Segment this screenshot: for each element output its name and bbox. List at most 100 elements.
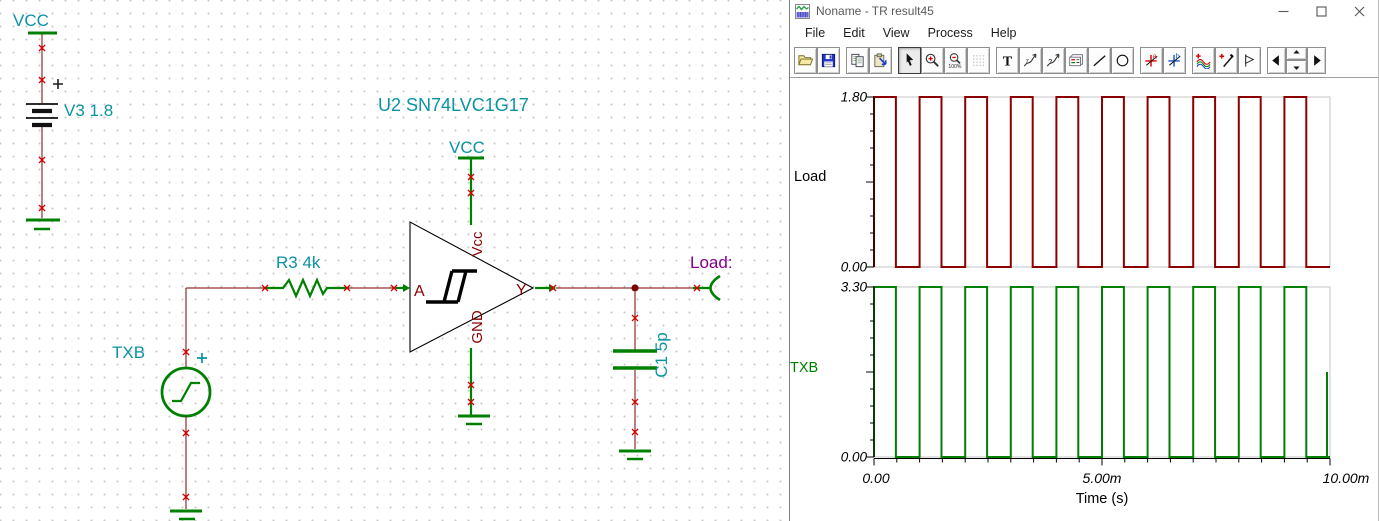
toolbar-select-button[interactable]	[898, 46, 921, 74]
nav-right-icon	[1314, 54, 1321, 66]
plot-window: Noname - TR result45 File Edit View Process…	[789, 0, 1379, 521]
toolbar: 100% T T? a b	[790, 43, 1378, 78]
menu-item-file[interactable]: File	[796, 24, 834, 42]
toolbar-picker-button[interactable]	[1215, 46, 1238, 74]
svg-text:Y: Y	[516, 282, 527, 299]
window-title: Noname - TR result45	[816, 4, 934, 18]
svg-text:TXB: TXB	[112, 343, 145, 362]
svg-text:V3 1.8: V3 1.8	[64, 101, 113, 120]
minimize-button[interactable]	[1264, 0, 1302, 22]
toolbar-add-curves-button[interactable]	[1192, 46, 1215, 74]
x-axis-label: Time (s)	[1076, 491, 1129, 507]
svg-text:T: T	[1025, 59, 1029, 65]
toolbar-nav-up-button[interactable]	[1286, 46, 1307, 60]
ytick-min-txb: 0.00	[841, 450, 868, 465]
buffer-u2[interactable]: U2 SN74LVC1G17 VCC A Y Vcc GND	[378, 95, 556, 426]
toolbar-zoom-out-100-button[interactable]: 100%	[944, 46, 967, 74]
ytick-min-load: 0.00	[841, 260, 868, 275]
toolbar-nav-left-button[interactable]	[1267, 46, 1286, 74]
toolbar-ellipse-button[interactable]	[1111, 46, 1134, 74]
save-icon	[821, 53, 836, 67]
menu-item-process[interactable]: Process	[919, 24, 982, 42]
svg-text:Load:: Load:	[690, 253, 733, 272]
vcc-rail-symbol[interactable]: VCC	[13, 11, 57, 35]
title-bar[interactable]: Noname - TR result45	[790, 0, 1378, 22]
ellipse-icon	[1116, 54, 1129, 66]
close-button[interactable]	[1340, 0, 1378, 22]
svg-text:A: A	[414, 283, 425, 300]
toolbar-cursor-b-button[interactable]: b	[1163, 46, 1186, 74]
trace-load	[873, 96, 1330, 268]
svg-text:R3 4k: R3 4k	[276, 253, 321, 272]
cursor-b-icon: b	[1168, 52, 1181, 67]
open-icon	[798, 54, 814, 65]
toolbar-text-button[interactable]: T	[996, 46, 1019, 74]
toolbar-nav-down-button[interactable]	[1286, 60, 1307, 74]
zoom-out-100-icon: 100%	[948, 52, 962, 69]
line-icon	[1093, 54, 1106, 66]
svg-text:VCC: VCC	[13, 11, 49, 30]
picker-icon	[1219, 53, 1234, 67]
paste-icon	[874, 52, 887, 67]
svg-text:C1 5p: C1 5p	[652, 332, 671, 377]
toolbar-legend-button[interactable]	[1065, 46, 1088, 74]
add-curves-icon	[1195, 53, 1211, 69]
svg-text:b: b	[1176, 52, 1180, 60]
output-net[interactable]	[556, 284, 693, 350]
xtick-2: 10.00m	[1323, 470, 1370, 486]
toolbar-grid-button[interactable]	[967, 46, 990, 74]
panel-label-load: Load	[794, 169, 826, 185]
schematic-drawing: VCC V3 1.8 TXB R3 4k U2 SN74LVC1G17 VCC …	[13, 11, 733, 521]
svg-text:T: T	[1003, 53, 1013, 68]
menu-item-help[interactable]: Help	[982, 24, 1026, 42]
menu-item-view[interactable]: View	[874, 24, 919, 42]
svg-text:Vcc: Vcc	[469, 231, 486, 257]
toolbar-cursor-a-button[interactable]: a	[1140, 46, 1163, 74]
toolbar-axis-query-button[interactable]: ?	[1042, 46, 1065, 74]
toolbar-line-button[interactable]	[1088, 46, 1111, 74]
cursor-a-icon: a	[1145, 52, 1158, 67]
capacitor-c1[interactable]: C1 5p	[613, 332, 671, 461]
battery-v3[interactable]: V3 1.8	[26, 34, 113, 231]
menu-bar: File Edit View Process Help	[790, 22, 1378, 43]
axis-arrow-icon: T	[1023, 53, 1037, 66]
axis-query-icon: ?	[1046, 53, 1060, 66]
app-icon	[795, 3, 810, 19]
marker-icon	[1245, 53, 1255, 67]
resistor-r3[interactable]: R3 4k	[186, 253, 410, 299]
grid-icon	[973, 54, 985, 66]
probe-hook	[709, 274, 721, 302]
battery-plus-sign	[53, 79, 63, 89]
ytick-max-load: 1.80	[841, 90, 868, 105]
nav-down-icon	[1293, 66, 1300, 71]
panel-label-txb: TXB	[790, 360, 818, 376]
toolbar-nav-right-button[interactable]	[1307, 46, 1326, 74]
toolbar-zoom-in-button[interactable]	[921, 46, 944, 74]
svg-text:U2 SN74LVC1G17: U2 SN74LVC1G17	[378, 95, 529, 115]
svg-text:GND: GND	[469, 310, 486, 344]
svg-text:100%: 100%	[948, 64, 961, 69]
pin-arrow	[403, 284, 410, 292]
load-probe[interactable]: Load:	[690, 253, 733, 302]
toolbar-copy-button[interactable]	[846, 46, 869, 74]
source-plus-sign	[197, 353, 207, 363]
junction-dot	[631, 284, 639, 292]
app-root: VCC V3 1.8 TXB R3 4k U2 SN74LVC1G17 VCC …	[0, 0, 1379, 521]
toolbar-open-button[interactable]	[794, 46, 817, 74]
copy-icon	[851, 53, 864, 67]
nav-up-icon	[1293, 49, 1300, 54]
schematic-canvas[interactable]: VCC V3 1.8 TXB R3 4k U2 SN74LVC1G17 VCC …	[0, 0, 789, 521]
legend-icon	[1069, 53, 1083, 66]
toolbar-paste-button[interactable]	[869, 46, 892, 74]
maximize-button[interactable]	[1302, 0, 1340, 22]
svg-text:?: ?	[1048, 57, 1052, 65]
toolbar-nav-spinner	[1286, 46, 1307, 74]
zoom-in-icon	[925, 53, 939, 67]
source-txb[interactable]: TXB	[112, 288, 212, 521]
nav-left-icon	[1272, 54, 1279, 66]
toolbar-marker-button[interactable]	[1238, 46, 1261, 74]
toolbar-save-button[interactable]	[817, 46, 840, 74]
menu-item-edit[interactable]: Edit	[834, 24, 874, 42]
toolbar-axis-arrow-button[interactable]: T	[1019, 46, 1042, 74]
xtick-1: 5.00m	[1083, 470, 1122, 486]
